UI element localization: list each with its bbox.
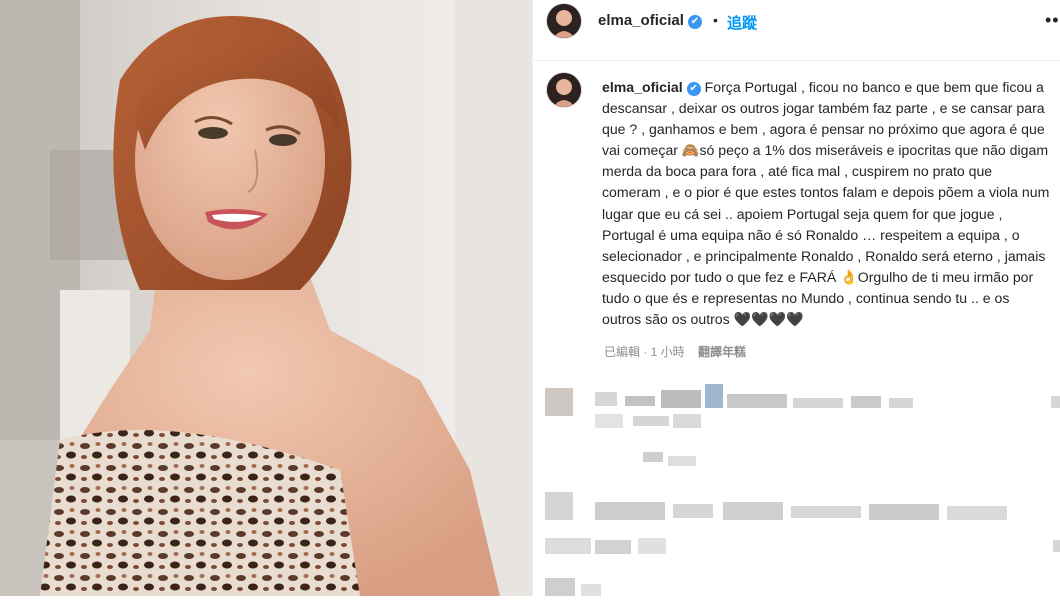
censored-comments bbox=[533, 370, 1060, 596]
edited-timestamp: 已編輯 · 1 小時 bbox=[604, 345, 685, 359]
more-options-icon[interactable]: ••• bbox=[1045, 10, 1060, 31]
pixelated-comments-image bbox=[545, 384, 1060, 596]
translate-button[interactable]: 翻譯年糕 bbox=[698, 345, 746, 359]
woman-portrait-image bbox=[0, 0, 532, 596]
verified-badge-icon: ✔ bbox=[687, 15, 702, 29]
post-panel: elma_oficial✔ • 追蹤 ••• elma_oficial✔ For… bbox=[532, 0, 1060, 596]
post-photo bbox=[0, 0, 532, 596]
post-meta: 已編輯 · 1 小時 翻譯年糕 bbox=[604, 343, 756, 360]
post-header: elma_oficial✔ • 追蹤 ••• bbox=[533, 0, 1060, 61]
caption-username[interactable]: elma_oficial bbox=[602, 79, 683, 95]
profile-avatar[interactable] bbox=[547, 4, 581, 38]
caption-avatar[interactable] bbox=[547, 73, 581, 107]
post-username[interactable]: elma_oficial ✔ bbox=[598, 12, 702, 29]
separator-dot: • bbox=[713, 12, 718, 28]
post-caption: elma_oficial ✔ Força Portugal , ficou no … bbox=[602, 77, 1052, 330]
follow-button[interactable]: 追蹤 bbox=[727, 12, 757, 33]
caption-text: Força Portugal , ficou no banco e que be… bbox=[602, 79, 1050, 328]
username-link[interactable]: elma_oficial bbox=[598, 12, 684, 29]
verified-badge-icon: ✔ bbox=[686, 82, 701, 96]
